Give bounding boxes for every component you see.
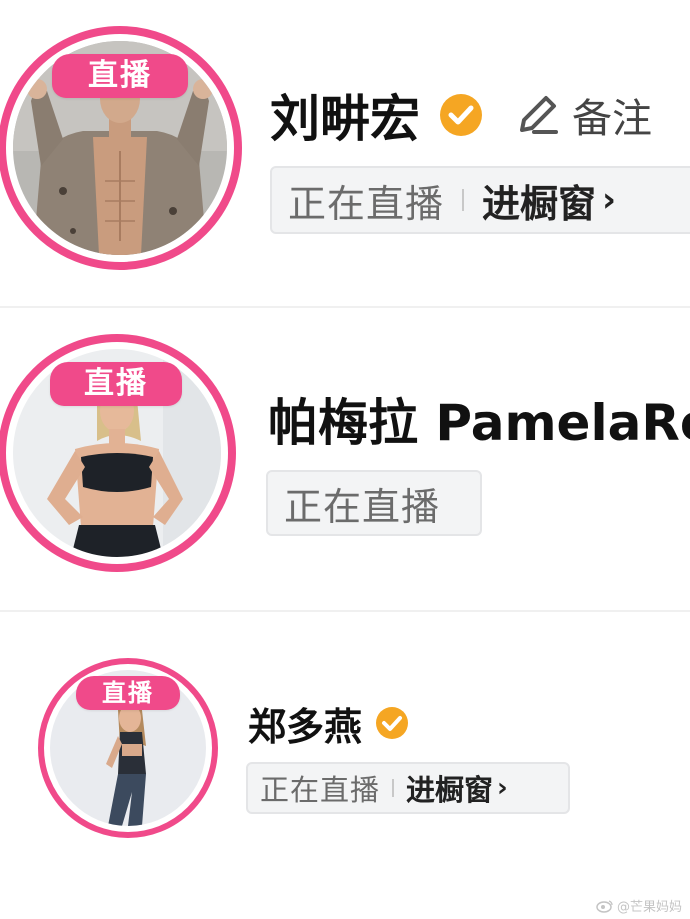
shop-window-label: 进橱窗 <box>406 773 494 807</box>
live-status-text: 正在直播 <box>284 484 441 529</box>
creator-name[interactable]: 帕梅拉 PamelaRe <box>268 383 690 455</box>
remark-button[interactable]: 备注 <box>512 86 652 144</box>
live-status-chip[interactable]: 正在直播 进橱窗 › <box>246 762 570 814</box>
chevron-right-icon: › <box>497 773 508 803</box>
live-status-chip[interactable]: 正在直播 进橱窗 › <box>270 166 690 234</box>
creator-row-pamela[interactable]: 直播 帕梅拉 PamelaRe 正在直播 <box>0 308 690 608</box>
shop-window-label: 进橱窗 <box>482 181 597 226</box>
chevron-right-icon: › <box>602 180 617 220</box>
shop-window-link[interactable]: 进橱窗 › <box>482 173 616 228</box>
live-status-text: 正在直播 <box>288 181 445 226</box>
live-badge-label: 直播 <box>84 366 148 401</box>
live-badge-label: 直播 <box>88 58 152 93</box>
watermark-text: @芒果妈妈 <box>616 900 682 915</box>
watermark: @芒果妈妈 <box>596 896 682 915</box>
creator-row-liu[interactable]: 直播 刘畊宏 备注 正在直播 进橱窗 › <box>0 0 690 300</box>
creator-name[interactable]: 郑多燕 <box>248 696 362 751</box>
live-badge-label: 直播 <box>102 679 154 707</box>
avatar[interactable]: 直播 <box>0 334 236 572</box>
creator-name[interactable]: 刘畊宏 <box>270 79 420 151</box>
pencil-icon <box>520 96 558 134</box>
chip-divider <box>462 189 465 211</box>
shop-window-link[interactable]: 进橱窗 › <box>406 767 508 809</box>
weibo-logo-icon <box>596 899 613 913</box>
live-badge: 直播 <box>50 362 182 406</box>
live-status-chip[interactable]: 正在直播 <box>266 470 482 536</box>
live-badge: 直播 <box>76 676 180 710</box>
chip-divider <box>392 779 395 797</box>
verified-badge-icon <box>376 707 409 739</box>
live-status-text: 正在直播 <box>260 773 381 807</box>
remark-label: 备注 <box>572 96 652 142</box>
verified-badge-icon <box>440 94 482 136</box>
live-badge: 直播 <box>52 54 188 98</box>
avatar[interactable]: 直播 <box>38 658 218 838</box>
avatar[interactable]: 直播 <box>0 26 242 270</box>
creator-row-zheng[interactable]: 直播 郑多燕 正在直播 进橱窗 › <box>0 612 690 919</box>
